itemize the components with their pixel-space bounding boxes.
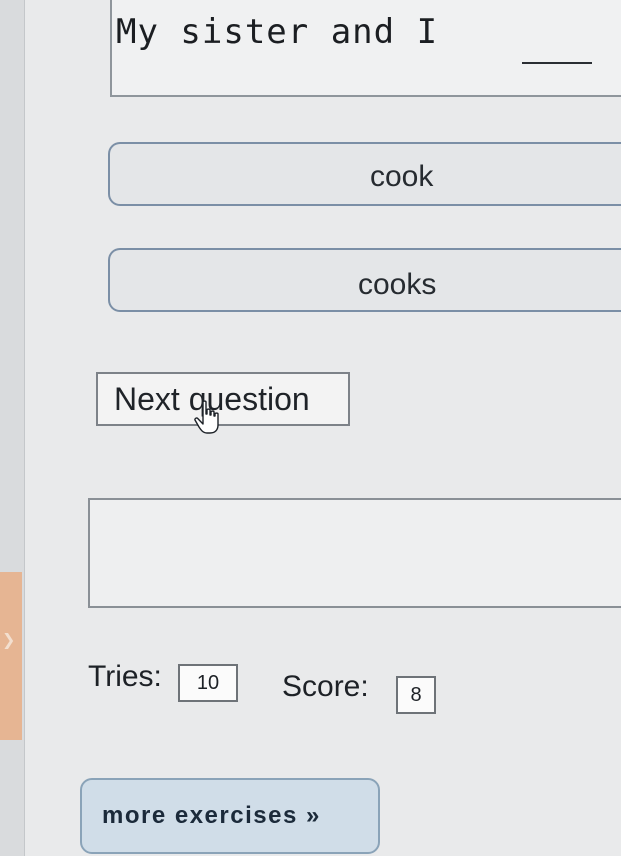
more-exercises-button[interactable]: more exercises » [80, 778, 380, 854]
next-question-button[interactable]: Next question [96, 372, 350, 426]
question-prompt: My sister and I [116, 12, 439, 52]
chevron-right-icon[interactable]: ❯ [2, 632, 15, 648]
answer-blank [522, 62, 592, 64]
score-value: 8 [396, 676, 436, 714]
score-label: Score: [282, 670, 369, 703]
tries-label: Tries: [88, 660, 162, 693]
answer-option-label: cook [370, 160, 434, 193]
feedback-box [88, 498, 621, 608]
answer-option-cook[interactable] [108, 142, 621, 206]
hand-pointer-icon [194, 400, 219, 434]
tries-value: 10 [178, 664, 238, 702]
side-tab[interactable] [0, 572, 22, 740]
answer-option-label: cooks [358, 268, 437, 301]
